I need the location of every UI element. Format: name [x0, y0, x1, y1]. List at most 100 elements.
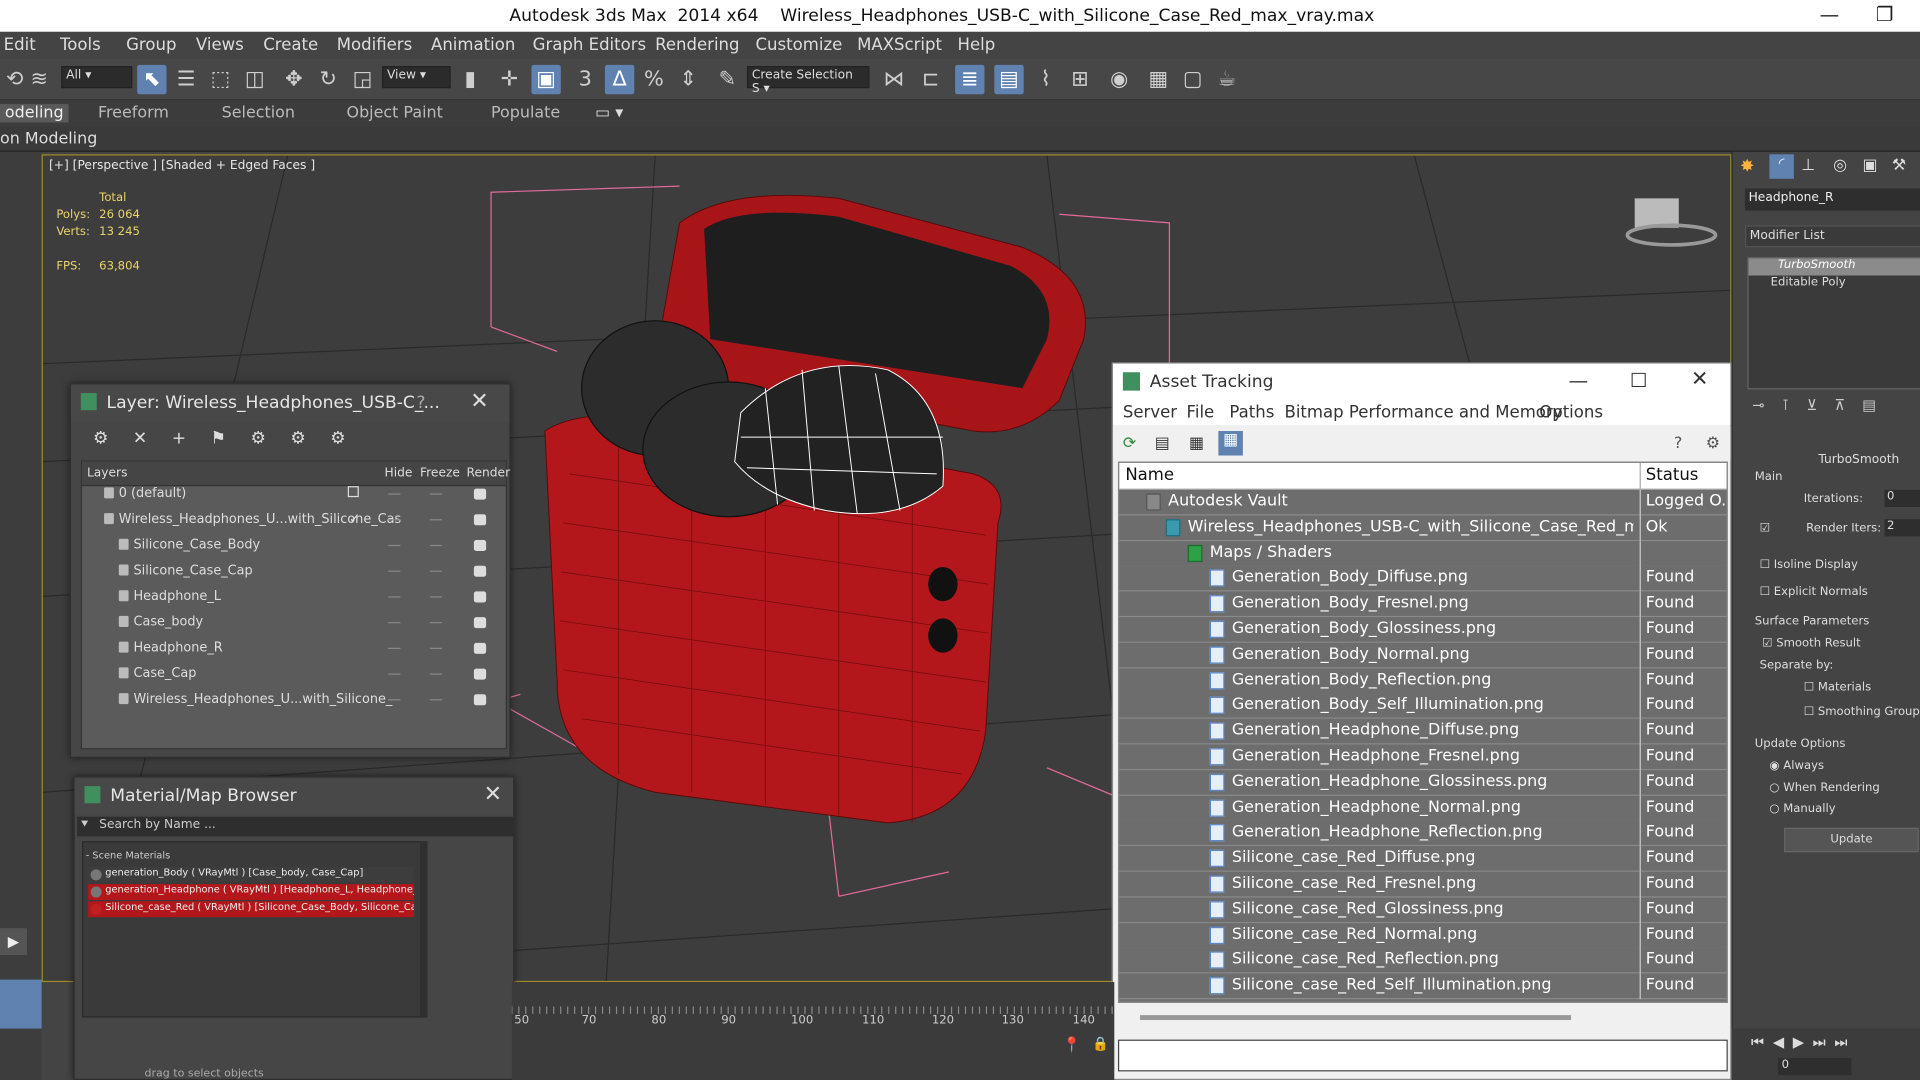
select-by-name-icon[interactable]: ☰: [171, 65, 200, 94]
menu-views[interactable]: Views: [196, 36, 244, 56]
render-teapot-icon[interactable]: [473, 488, 487, 500]
at-menu-server[interactable]: Server: [1123, 403, 1177, 423]
tab-object-paint[interactable]: Object Paint: [347, 104, 443, 122]
help-icon[interactable]: ?: [416, 393, 425, 413]
toggle-dash[interactable]: [429, 622, 443, 624]
toggle-dash[interactable]: [388, 519, 401, 521]
materials-checkbox[interactable]: ☐ Materials: [1804, 681, 1871, 694]
viewport-label[interactable]: [+] [Perspective ] [Shaded + Edged Faces…: [49, 159, 315, 172]
toggle-dash[interactable]: [429, 519, 443, 521]
mmb-search[interactable]: ⯆ Search by Name ...: [77, 816, 514, 837]
stack-tools[interactable]: ⊸⊺⊻⊼▤: [1752, 397, 1920, 419]
col-hide[interactable]: Hide: [384, 467, 412, 480]
at-menu-bitmap-performance-and-memory[interactable]: Bitmap Performance and Memory: [1285, 403, 1563, 423]
when-rendering-radio[interactable]: ○ When Rendering: [1769, 781, 1879, 794]
playback-controls[interactable]: ⏮◀▶⏭⏭: [1751, 1033, 1856, 1051]
h-scrollbar[interactable]: [1117, 1010, 1728, 1025]
render-teapot-icon[interactable]: [473, 668, 487, 680]
render-teapot-icon[interactable]: [473, 591, 487, 603]
rect-selection-icon[interactable]: ⬚: [206, 65, 235, 94]
material-item[interactable]: generation_Headphone ( VRayMtl ) [Headph…: [88, 884, 414, 901]
menu-maxscript[interactable]: MAXScript: [857, 36, 942, 56]
asset-row[interactable]: Generation_Body_Fresnel.png Found: [1119, 591, 1727, 618]
toggle-dash[interactable]: [429, 570, 443, 572]
utilities-tab-icon[interactable]: ⚒: [1892, 157, 1906, 175]
close-icon[interactable]: ✕: [484, 781, 502, 807]
asset-row[interactable]: Generation_Body_Diffuse.png Found: [1119, 566, 1727, 592]
asset-row[interactable]: Silicone_case_Red_Reflection.png Found: [1119, 948, 1727, 974]
select-object-icon[interactable]: ⬉: [137, 64, 167, 95]
toggle-dash[interactable]: [388, 596, 401, 598]
tab-freeform[interactable]: Freeform: [98, 104, 169, 122]
ribbon-options-icon[interactable]: ▭ ▾: [595, 104, 623, 122]
render-teapot-icon[interactable]: [473, 617, 487, 629]
at-menu-options[interactable]: Options: [1539, 403, 1603, 423]
toggle-dash[interactable]: [429, 493, 443, 495]
toggle-dash[interactable]: [429, 544, 443, 547]
rendered-frame-icon[interactable]: ▢: [1178, 65, 1207, 94]
selection-filter-dropdown[interactable]: All ▾: [61, 66, 133, 89]
named-selection-input[interactable]: Create Selection S ▾: [746, 66, 870, 96]
at-menu-file[interactable]: File: [1187, 403, 1215, 423]
asset-row[interactable]: Maps / Shaders: [1119, 540, 1727, 567]
active-layer-check-icon[interactable]: ✓: [349, 511, 360, 527]
menu-tools[interactable]: Tools: [60, 36, 101, 56]
menu-modifiers[interactable]: Modifiers: [337, 36, 412, 56]
scene-materials-group[interactable]: - Scene Materials: [86, 850, 171, 861]
move-icon[interactable]: ✥: [279, 65, 308, 94]
maximize-button[interactable]: ☐: [1630, 369, 1648, 392]
asset-row[interactable]: Generation_Body_Normal.png Found: [1119, 642, 1727, 669]
keyboard-shortcut-icon[interactable]: ▣: [531, 64, 561, 95]
asset-row[interactable]: Autodesk Vault Logged O...: [1119, 489, 1727, 516]
toggle-dash[interactable]: [429, 699, 443, 701]
render-teapot-icon[interactable]: [473, 514, 487, 526]
render-teapot-icon[interactable]: [473, 694, 487, 706]
mmb-scrollbar[interactable]: [420, 841, 428, 1018]
manually-radio[interactable]: ○ Manually: [1769, 802, 1835, 815]
asset-row[interactable]: Silicone_case_Red_Glossiness.png Found: [1119, 897, 1727, 924]
modifier-list-dropdown[interactable]: Modifier List: [1744, 225, 1920, 248]
maximize-button[interactable]: ❐: [1876, 2, 1894, 25]
update-button[interactable]: Update: [1784, 827, 1919, 853]
asset-row[interactable]: Generation_Body_Glossiness.png Found: [1119, 617, 1727, 643]
layer-row[interactable]: 0 (default): [82, 482, 503, 508]
asset-row[interactable]: Generation_Headphone_Normal.png Found: [1119, 795, 1727, 822]
display-tab-icon[interactable]: ▣: [1862, 157, 1877, 175]
menu-edit[interactable]: Edit: [4, 36, 36, 56]
tab-modeling[interactable]: odeling: [0, 104, 69, 123]
asset-row[interactable]: Generation_Headphone_Diffuse.png Found: [1119, 719, 1727, 745]
viewport-nav-icon[interactable]: [0, 979, 42, 1029]
scale-icon[interactable]: ◲: [348, 65, 377, 94]
schematic-view-icon[interactable]: ⊞: [1065, 65, 1094, 94]
lock-icon[interactable]: 🔒: [1092, 1036, 1109, 1052]
col-status[interactable]: Status: [1646, 465, 1699, 485]
render-teapot-icon[interactable]: [473, 540, 487, 552]
tree-view-icon[interactable]: ▦: [1189, 435, 1204, 453]
material-item[interactable]: generation_Body ( VRayMtl ) [Case_body, …: [88, 866, 414, 883]
object-name-field[interactable]: Headphone_R: [1744, 188, 1920, 211]
align-icon[interactable]: ⊏: [916, 65, 945, 94]
spinner-snap-icon[interactable]: ⇕: [673, 65, 702, 94]
col-render[interactable]: Render: [467, 467, 511, 480]
material-editor-icon[interactable]: ◉: [1104, 65, 1133, 94]
timeline[interactable]: 50 70 80 90 100 110 120 130 140 📍 🔒 drag to sele…: [144, 982, 1115, 1080]
current-layer-box[interactable]: [347, 486, 359, 498]
menu-customize[interactable]: Customize: [756, 36, 843, 56]
toggle-dash[interactable]: [388, 647, 401, 649]
list-view-icon[interactable]: ▤: [1155, 435, 1170, 453]
motion-tab-icon[interactable]: ◎: [1833, 157, 1847, 175]
layer-row[interactable]: Case_Cap: [82, 662, 503, 688]
asset-row[interactable]: Silicone_case_Red_Fresnel.png Found: [1119, 871, 1727, 898]
asset-path-field[interactable]: [1117, 1039, 1728, 1072]
col-freeze[interactable]: Freeze: [420, 467, 460, 480]
menu-animation[interactable]: Animation: [431, 36, 515, 56]
toggle-dash[interactable]: [388, 570, 401, 572]
bind-spacewarp-icon[interactable]: ≋: [24, 65, 53, 94]
play-icon[interactable]: ▶: [0, 928, 27, 956]
asset-row[interactable]: Generation_Body_Self_Illumination.png Fou…: [1119, 693, 1727, 720]
col-layers[interactable]: Layers: [87, 467, 128, 480]
close-icon[interactable]: ✕: [1691, 367, 1708, 391]
menu-group[interactable]: Group: [126, 36, 176, 56]
percent-snap-icon[interactable]: %: [639, 65, 668, 94]
material-item[interactable]: Silicone_case_Red ( VRayMtl ) [Silicone_…: [88, 901, 414, 918]
